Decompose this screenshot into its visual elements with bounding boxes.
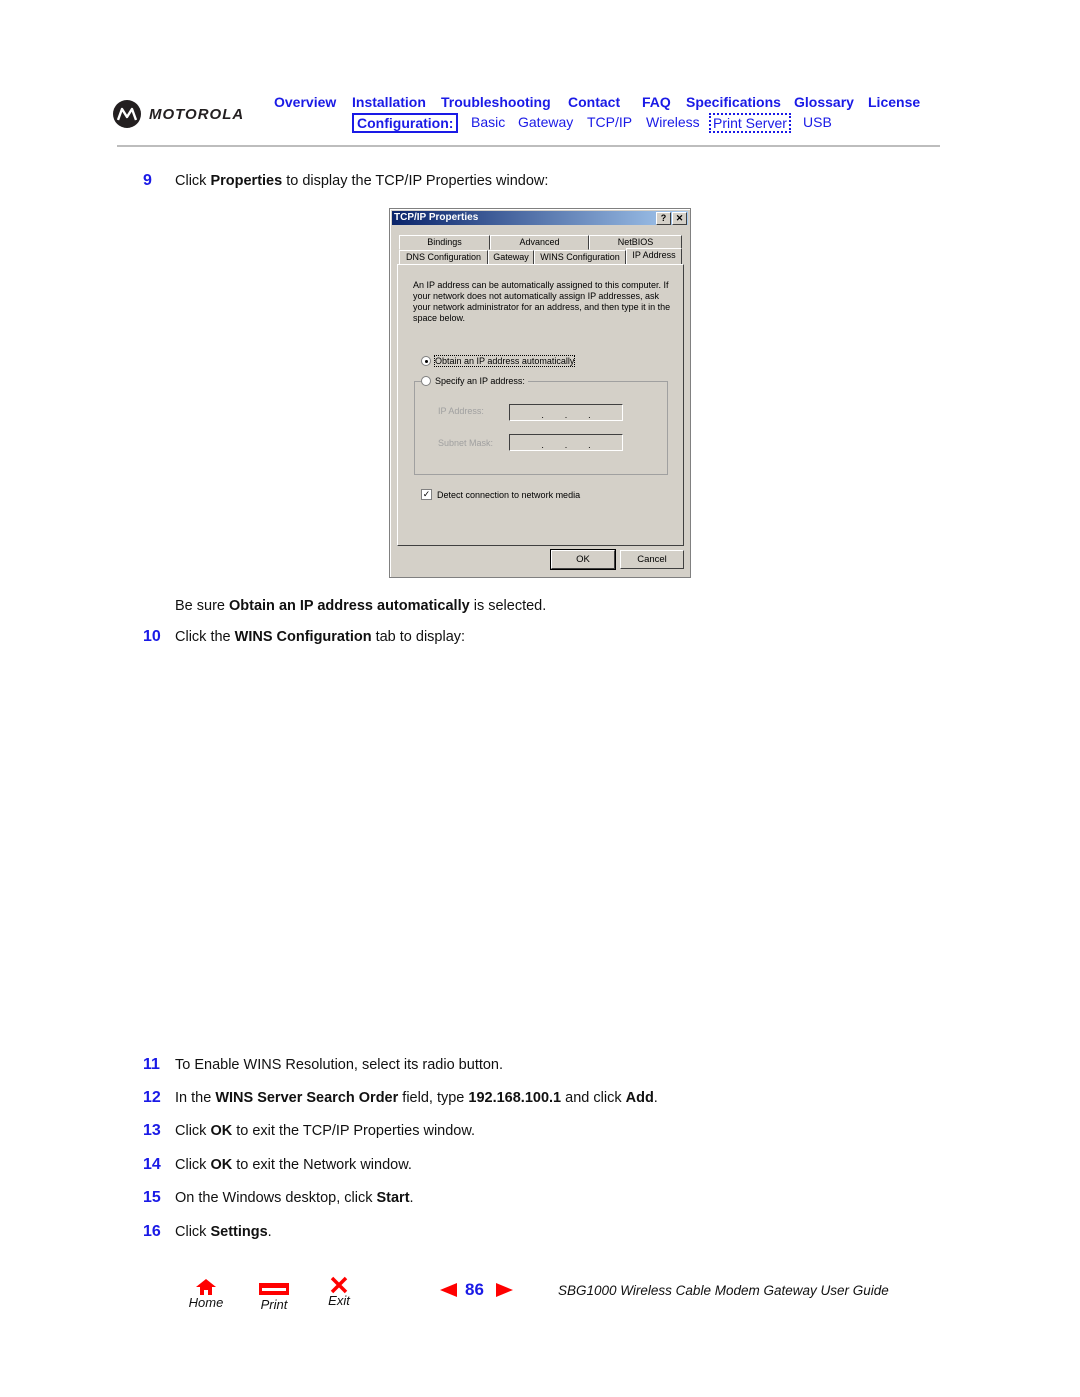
ok-button[interactable]: OK bbox=[550, 549, 616, 570]
nav-glossary[interactable]: Glossary bbox=[794, 94, 854, 110]
step-10: 10 Click the WINS Configuration tab to di… bbox=[143, 628, 466, 645]
nav-contact[interactable]: Contact bbox=[568, 94, 620, 110]
nav-gateway[interactable]: Gateway bbox=[518, 114, 573, 130]
step-number: 10 bbox=[143, 628, 161, 645]
step-9: 9 Click Properties to display the TCP/IP … bbox=[143, 172, 549, 189]
dialog-title: TCP/IP Properties bbox=[394, 212, 479, 223]
cancel-button[interactable]: Cancel bbox=[620, 550, 684, 569]
step-number: 11 bbox=[143, 1056, 160, 1073]
motorola-logo: MOTOROLA bbox=[113, 100, 244, 128]
help-icon[interactable]: ? bbox=[656, 212, 671, 225]
guide-title: SBG1000 Wireless Cable Modem Gateway Use… bbox=[558, 1283, 889, 1298]
ip-address-input[interactable]: ... bbox=[509, 404, 623, 421]
subnet-mask-label: Subnet Mask: bbox=[438, 438, 494, 448]
step-16: 16 Click Settings. bbox=[143, 1223, 272, 1240]
dialog-titlebar: TCP/IP Properties ? ✕ bbox=[392, 211, 688, 225]
tab-gateway[interactable]: Gateway bbox=[488, 250, 534, 265]
tab-advanced[interactable]: Advanced bbox=[490, 235, 589, 250]
radio-obtain-automatically[interactable]: Obtain an IP address automatically bbox=[421, 355, 576, 367]
step-11: 11 To Enable WINS Resolution, select its … bbox=[143, 1056, 504, 1073]
tcpip-properties-dialog: TCP/IP Properties ? ✕ Bindings Advanced … bbox=[389, 208, 691, 578]
step-15: 15 On the Windows desktop, click Start. bbox=[143, 1189, 414, 1206]
step-number: 14 bbox=[143, 1156, 161, 1173]
note-obtain-ip: Be sure Obtain an IP address automatical… bbox=[175, 598, 547, 614]
nav-overview[interactable]: Overview bbox=[274, 94, 336, 110]
print-button[interactable]: Print bbox=[256, 1282, 292, 1312]
tab-dns-configuration[interactable]: DNS Configuration bbox=[399, 250, 488, 265]
step-number: 13 bbox=[143, 1122, 161, 1139]
motorola-batwing-icon bbox=[113, 100, 141, 128]
nav-tcpip[interactable]: TCP/IP bbox=[587, 114, 632, 130]
nav-troubleshooting[interactable]: Troubleshooting bbox=[441, 94, 551, 110]
step-number: 15 bbox=[143, 1189, 161, 1206]
tab-ip-address[interactable]: IP Address bbox=[626, 248, 682, 264]
nav-usb[interactable]: USB bbox=[803, 114, 832, 130]
detect-connection-checkbox[interactable]: ✓ Detect connection to network media bbox=[421, 489, 580, 500]
nav-faq[interactable]: FAQ bbox=[642, 94, 671, 110]
step-12: 12 In the WINS Server Search Order field,… bbox=[143, 1089, 658, 1106]
exit-x-icon bbox=[330, 1276, 348, 1294]
exit-button[interactable]: Exit bbox=[323, 1276, 355, 1308]
step-number: 9 bbox=[143, 172, 152, 189]
ip-address-label: IP Address: bbox=[438, 406, 484, 416]
nav-print-server[interactable]: Print Server bbox=[709, 113, 791, 133]
subnet-mask-input[interactable]: ... bbox=[509, 434, 623, 451]
radio-selected-icon bbox=[421, 356, 431, 366]
radio-unselected-icon bbox=[421, 376, 431, 386]
next-page-arrow-icon[interactable] bbox=[496, 1283, 513, 1297]
page-number: 86 bbox=[465, 1280, 484, 1299]
close-icon[interactable]: ✕ bbox=[672, 212, 687, 225]
step-14: 14 Click OK to exit the Network window. bbox=[143, 1156, 412, 1173]
header-divider bbox=[117, 145, 940, 147]
step-number: 12 bbox=[143, 1089, 161, 1106]
checkmark-icon: ✓ bbox=[421, 489, 432, 500]
nav-basic[interactable]: Basic bbox=[471, 114, 505, 130]
nav-license[interactable]: License bbox=[868, 94, 920, 110]
nav-wireless[interactable]: Wireless bbox=[646, 114, 700, 130]
home-button[interactable]: Home bbox=[186, 1278, 226, 1310]
tab-bindings[interactable]: Bindings bbox=[399, 235, 490, 250]
tab-wins-configuration[interactable]: WINS Configuration bbox=[534, 250, 626, 265]
brand-name: MOTOROLA bbox=[149, 105, 245, 123]
print-icon bbox=[259, 1283, 289, 1295]
nav-specifications[interactable]: Specifications bbox=[686, 94, 781, 110]
home-icon bbox=[196, 1279, 216, 1295]
radio-specify-ip[interactable]: Specify an IP address: bbox=[421, 376, 528, 386]
specify-ip-group bbox=[414, 381, 668, 475]
nav-configuration[interactable]: Configuration: bbox=[352, 113, 459, 133]
dialog-description: An IP address can be automatically assig… bbox=[413, 280, 671, 323]
step-13: 13 Click OK to exit the TCP/IP Properties… bbox=[143, 1122, 476, 1139]
step-number: 16 bbox=[143, 1223, 161, 1240]
nav-installation[interactable]: Installation bbox=[352, 94, 426, 110]
previous-page-arrow-icon[interactable] bbox=[440, 1283, 457, 1297]
